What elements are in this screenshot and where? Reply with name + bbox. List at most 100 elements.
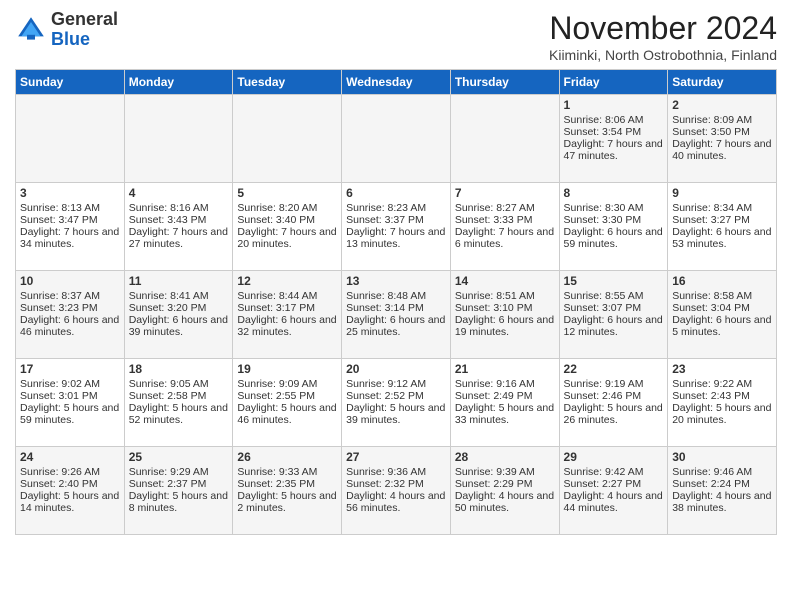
sunrise-text: Sunrise: 9:36 AM — [346, 466, 446, 478]
sunset-text: Sunset: 3:01 PM — [20, 390, 120, 402]
daylight-text: Daylight: 7 hours and 13 minutes. — [346, 226, 446, 250]
calendar-week-row: 24Sunrise: 9:26 AMSunset: 2:40 PMDayligh… — [16, 447, 777, 535]
day-number: 6 — [346, 186, 446, 200]
calendar-cell: 14Sunrise: 8:51 AMSunset: 3:10 PMDayligh… — [450, 271, 559, 359]
calendar-cell — [450, 95, 559, 183]
calendar-cell: 19Sunrise: 9:09 AMSunset: 2:55 PMDayligh… — [233, 359, 342, 447]
day-number: 1 — [564, 98, 664, 112]
daylight-text: Daylight: 7 hours and 40 minutes. — [672, 138, 772, 162]
sunrise-text: Sunrise: 8:30 AM — [564, 202, 664, 214]
day-number: 25 — [129, 450, 229, 464]
day-number: 28 — [455, 450, 555, 464]
logo-general: General — [51, 9, 118, 29]
sunset-text: Sunset: 2:32 PM — [346, 478, 446, 490]
day-number: 21 — [455, 362, 555, 376]
calendar-week-row: 17Sunrise: 9:02 AMSunset: 3:01 PMDayligh… — [16, 359, 777, 447]
daylight-text: Daylight: 5 hours and 59 minutes. — [20, 402, 120, 426]
sunrise-text: Sunrise: 9:19 AM — [564, 378, 664, 390]
calendar-cell: 21Sunrise: 9:16 AMSunset: 2:49 PMDayligh… — [450, 359, 559, 447]
day-number: 24 — [20, 450, 120, 464]
col-monday: Monday — [124, 70, 233, 95]
calendar-cell: 18Sunrise: 9:05 AMSunset: 2:58 PMDayligh… — [124, 359, 233, 447]
col-thursday: Thursday — [450, 70, 559, 95]
day-number: 2 — [672, 98, 772, 112]
sunset-text: Sunset: 3:10 PM — [455, 302, 555, 314]
day-number: 5 — [237, 186, 337, 200]
sunset-text: Sunset: 3:40 PM — [237, 214, 337, 226]
calendar-cell — [124, 95, 233, 183]
sunrise-text: Sunrise: 8:55 AM — [564, 290, 664, 302]
daylight-text: Daylight: 6 hours and 25 minutes. — [346, 314, 446, 338]
daylight-text: Daylight: 7 hours and 34 minutes. — [20, 226, 120, 250]
sunset-text: Sunset: 2:43 PM — [672, 390, 772, 402]
sunrise-text: Sunrise: 8:06 AM — [564, 114, 664, 126]
sunrise-text: Sunrise: 9:46 AM — [672, 466, 772, 478]
sunrise-text: Sunrise: 8:51 AM — [455, 290, 555, 302]
calendar-cell: 22Sunrise: 9:19 AMSunset: 2:46 PMDayligh… — [559, 359, 668, 447]
calendar-cell: 7Sunrise: 8:27 AMSunset: 3:33 PMDaylight… — [450, 183, 559, 271]
sunset-text: Sunset: 2:55 PM — [237, 390, 337, 402]
calendar-cell: 4Sunrise: 8:16 AMSunset: 3:43 PMDaylight… — [124, 183, 233, 271]
calendar-cell: 5Sunrise: 8:20 AMSunset: 3:40 PMDaylight… — [233, 183, 342, 271]
daylight-text: Daylight: 5 hours and 39 minutes. — [346, 402, 446, 426]
calendar-cell: 1Sunrise: 8:06 AMSunset: 3:54 PMDaylight… — [559, 95, 668, 183]
sunrise-text: Sunrise: 8:44 AM — [237, 290, 337, 302]
sunset-text: Sunset: 2:52 PM — [346, 390, 446, 402]
sunset-text: Sunset: 2:37 PM — [129, 478, 229, 490]
daylight-text: Daylight: 6 hours and 46 minutes. — [20, 314, 120, 338]
sunset-text: Sunset: 2:29 PM — [455, 478, 555, 490]
sunset-text: Sunset: 3:04 PM — [672, 302, 772, 314]
col-saturday: Saturday — [668, 70, 777, 95]
sunset-text: Sunset: 2:24 PM — [672, 478, 772, 490]
day-number: 18 — [129, 362, 229, 376]
day-number: 23 — [672, 362, 772, 376]
sunrise-text: Sunrise: 8:27 AM — [455, 202, 555, 214]
sunset-text: Sunset: 3:14 PM — [346, 302, 446, 314]
calendar-header-row: Sunday Monday Tuesday Wednesday Thursday… — [16, 70, 777, 95]
sunrise-text: Sunrise: 8:23 AM — [346, 202, 446, 214]
sunrise-text: Sunrise: 9:16 AM — [455, 378, 555, 390]
day-number: 16 — [672, 274, 772, 288]
calendar-cell: 8Sunrise: 8:30 AMSunset: 3:30 PMDaylight… — [559, 183, 668, 271]
calendar-cell — [233, 95, 342, 183]
calendar-week-row: 3Sunrise: 8:13 AMSunset: 3:47 PMDaylight… — [16, 183, 777, 271]
calendar-cell: 16Sunrise: 8:58 AMSunset: 3:04 PMDayligh… — [668, 271, 777, 359]
daylight-text: Daylight: 5 hours and 14 minutes. — [20, 490, 120, 514]
sunset-text: Sunset: 2:46 PM — [564, 390, 664, 402]
title-block: November 2024 Kiiminki, North Ostrobothn… — [549, 10, 777, 63]
calendar-cell: 12Sunrise: 8:44 AMSunset: 3:17 PMDayligh… — [233, 271, 342, 359]
sunset-text: Sunset: 3:07 PM — [564, 302, 664, 314]
calendar-cell: 6 Sunrise: 8:23 AMSunset: 3:37 PMDaylight… — [342, 183, 451, 271]
daylight-text: Daylight: 4 hours and 50 minutes. — [455, 490, 555, 514]
col-friday: Friday — [559, 70, 668, 95]
sunrise-text: Sunrise: 9:05 AM — [129, 378, 229, 390]
calendar-cell: 9Sunrise: 8:34 AMSunset: 3:27 PMDaylight… — [668, 183, 777, 271]
col-sunday: Sunday — [16, 70, 125, 95]
sunrise-text: Sunrise: 8:16 AM — [129, 202, 229, 214]
calendar-cell: 26Sunrise: 9:33 AMSunset: 2:35 PMDayligh… — [233, 447, 342, 535]
sunrise-text: Sunrise: 8:37 AM — [20, 290, 120, 302]
day-number: 14 — [455, 274, 555, 288]
sunset-text: Sunset: 3:37 PM — [346, 214, 446, 226]
daylight-text: Daylight: 6 hours and 39 minutes. — [129, 314, 229, 338]
calendar-cell: 29Sunrise: 9:42 AMSunset: 2:27 PMDayligh… — [559, 447, 668, 535]
daylight-text: Daylight: 4 hours and 38 minutes. — [672, 490, 772, 514]
day-number: 15 — [564, 274, 664, 288]
day-number: 29 — [564, 450, 664, 464]
daylight-text: Daylight: 6 hours and 5 minutes. — [672, 314, 772, 338]
daylight-text: Daylight: 5 hours and 8 minutes. — [129, 490, 229, 514]
daylight-text: Daylight: 5 hours and 2 minutes. — [237, 490, 337, 514]
page-header: General Blue November 2024 Kiiminki, Nor… — [15, 10, 777, 63]
calendar-cell: 27Sunrise: 9:36 AMSunset: 2:32 PMDayligh… — [342, 447, 451, 535]
day-number: 20 — [346, 362, 446, 376]
calendar-cell: 11Sunrise: 8:41 AMSunset: 3:20 PMDayligh… — [124, 271, 233, 359]
sunset-text: Sunset: 3:30 PM — [564, 214, 664, 226]
logo-text: General Blue — [51, 10, 118, 50]
sunset-text: Sunset: 2:49 PM — [455, 390, 555, 402]
sunset-text: Sunset: 2:58 PM — [129, 390, 229, 402]
calendar-week-row: 1Sunrise: 8:06 AMSunset: 3:54 PMDaylight… — [16, 95, 777, 183]
daylight-text: Daylight: 6 hours and 12 minutes. — [564, 314, 664, 338]
calendar-cell: 13Sunrise: 8:48 AMSunset: 3:14 PMDayligh… — [342, 271, 451, 359]
daylight-text: Daylight: 7 hours and 47 minutes. — [564, 138, 664, 162]
sunset-text: Sunset: 3:43 PM — [129, 214, 229, 226]
